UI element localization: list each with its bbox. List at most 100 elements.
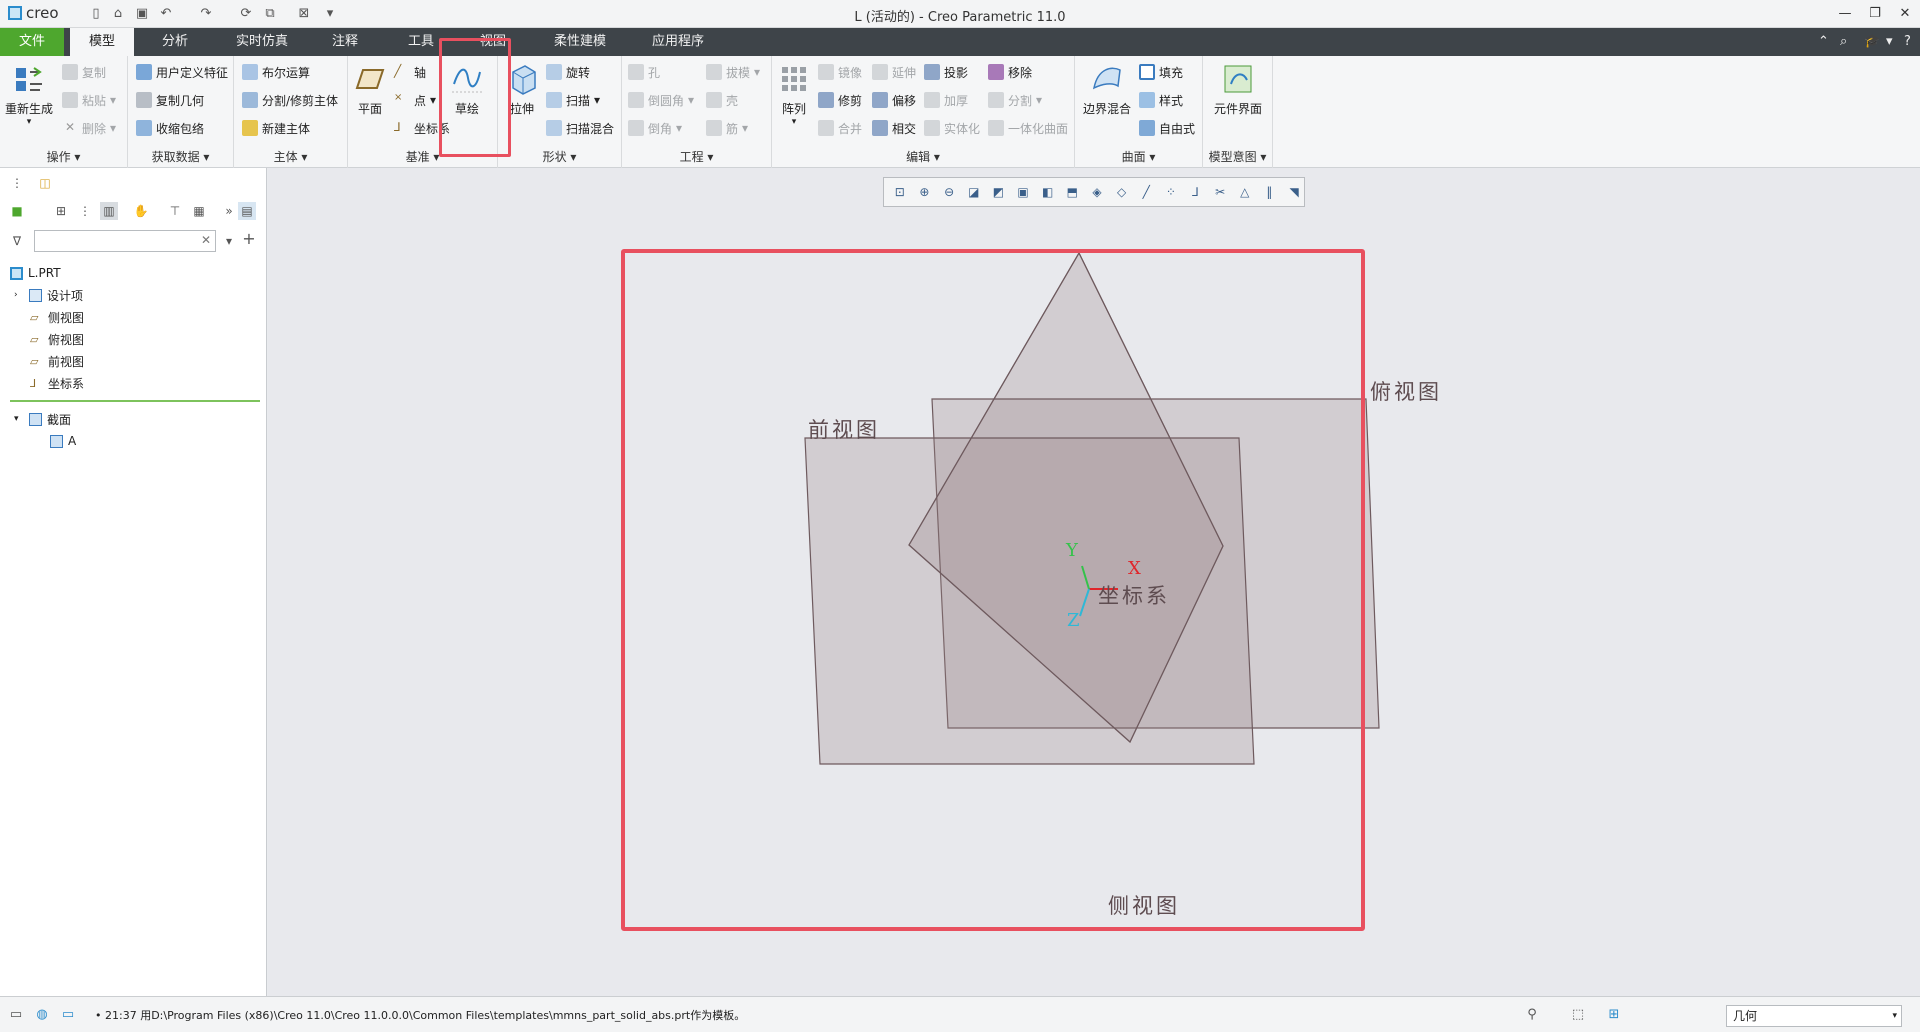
- label-right[interactable]: 侧视图: [1108, 890, 1180, 920]
- label-csys[interactable]: 坐标系: [1098, 580, 1170, 610]
- body-icon[interactable]: ■: [8, 202, 26, 220]
- selection-box-icon[interactable]: ⬚: [1570, 1007, 1586, 1023]
- component-interface-button[interactable]: 元件界面: [1207, 62, 1269, 117]
- point-button[interactable]: × 点 ▾: [394, 90, 436, 110]
- paste-button[interactable]: 粘贴 ▾: [62, 90, 116, 110]
- copy-geometry-button[interactable]: 复制几何: [136, 90, 204, 110]
- split-trim-body-button[interactable]: 分割/修剪主体: [242, 90, 338, 110]
- group-label-get-data[interactable]: 获取数据 ▾: [128, 148, 233, 165]
- options-arrow-icon[interactable]: ▾: [1886, 34, 1893, 49]
- plane-button[interactable]: 平面: [352, 62, 388, 117]
- tree-item-front-plane[interactable]: ▱ 前视图: [30, 351, 84, 371]
- pattern-button[interactable]: 阵列 ▾: [776, 62, 812, 127]
- freestyle-button[interactable]: 自由式: [1139, 118, 1195, 138]
- tab-flexible-modeling[interactable]: 柔性建模: [540, 28, 620, 56]
- group-label-engineering[interactable]: 工程 ▾: [622, 148, 771, 165]
- tab-model[interactable]: 模型: [70, 28, 134, 56]
- insert-indicator[interactable]: [10, 400, 260, 402]
- find-icon[interactable]: ⚲: [1524, 1007, 1540, 1023]
- tree-item-design-items[interactable]: › 设计项: [14, 285, 83, 305]
- full-screen-icon[interactable]: ▭: [60, 1007, 76, 1023]
- tree-item-section-a[interactable]: A: [50, 431, 76, 451]
- windows-icon[interactable]: ⧉: [262, 6, 278, 22]
- mirror-button[interactable]: 镜像: [818, 62, 862, 82]
- help-icon[interactable]: ?: [1904, 34, 1911, 49]
- group-label-operations[interactable]: 操作 ▾: [0, 148, 127, 165]
- extend-button[interactable]: 延伸: [872, 62, 916, 82]
- tab-tools[interactable]: 工具: [386, 28, 456, 56]
- fill-button[interactable]: 填充: [1139, 62, 1183, 82]
- more-icon[interactable]: »: [220, 202, 238, 220]
- group-label-body[interactable]: 主体 ▾: [234, 148, 347, 165]
- tree-display-icon[interactable]: ▥: [100, 202, 118, 220]
- toggle-navigator-icon[interactable]: ▭: [8, 1007, 24, 1023]
- close-button[interactable]: ✕: [1890, 4, 1920, 24]
- regenerate-button[interactable]: 重新生成 ▾: [4, 62, 54, 127]
- revolve-button[interactable]: 旋转: [546, 62, 590, 82]
- model-tree-tab-icon[interactable]: ⋮: [8, 174, 26, 192]
- show-icon[interactable]: ⊤: [166, 202, 184, 220]
- tab-applications[interactable]: 应用程序: [636, 28, 720, 56]
- expand-arrow-icon[interactable]: ›: [14, 290, 24, 300]
- solidify-button[interactable]: 实体化: [924, 118, 980, 138]
- highlight-icon[interactable]: ✋: [132, 202, 150, 220]
- boundary-blend-button[interactable]: 边界混合: [1079, 62, 1135, 117]
- intersect-button[interactable]: 相交: [872, 118, 916, 138]
- layer-tree-tab-icon[interactable]: ◫: [36, 174, 54, 192]
- redo-icon[interactable]: ↷: [198, 6, 214, 22]
- regenerate-small-icon[interactable]: ⟳: [238, 6, 254, 22]
- round-button[interactable]: 倒圆角 ▾: [628, 90, 694, 110]
- axis-button[interactable]: ╱ 轴: [394, 62, 426, 82]
- tree-filter-icon[interactable]: ⊞: [52, 202, 70, 220]
- thicken-button[interactable]: 加厚: [924, 90, 968, 110]
- new-file-icon[interactable]: ▯: [88, 6, 104, 22]
- trim-button[interactable]: 修剪: [818, 90, 862, 110]
- split-button[interactable]: 分割 ▾: [988, 90, 1042, 110]
- save-icon[interactable]: ▣: [134, 6, 150, 22]
- learning-icon[interactable]: 🎓: [1864, 34, 1880, 49]
- collapse-ribbon-icon[interactable]: ⌃: [1818, 34, 1829, 49]
- tab-file[interactable]: 文件: [0, 28, 64, 56]
- tab-annotate[interactable]: 注释: [310, 28, 380, 56]
- selection-filter-select[interactable]: 几何 ▾: [1726, 1005, 1902, 1027]
- chamfer-button[interactable]: 倒角 ▾: [628, 118, 682, 138]
- tab-view[interactable]: 视图: [460, 28, 526, 56]
- offset-button[interactable]: 偏移: [872, 90, 916, 110]
- smart-select-icon[interactable]: ⊞: [1606, 1007, 1622, 1023]
- tree-item-top-plane[interactable]: ▱ 俯视图: [30, 329, 84, 349]
- merge-button[interactable]: 合并: [818, 118, 862, 138]
- settings-tree-icon[interactable]: ▦: [190, 202, 208, 220]
- delete-button[interactable]: ✕ 删除 ▾: [62, 118, 116, 138]
- tree-columns-icon[interactable]: ⋮: [76, 202, 94, 220]
- graphics-window[interactable]: ⊡ ⊕ ⊖ ◪ ◩ ▣ ◧ ⬒ ◈ ◇ ╱ ⁘ ⅃ ✂ △ ‖ ◥ 前视图 俯视…: [268, 168, 1920, 996]
- tree-search-input[interactable]: [35, 231, 195, 251]
- swept-blend-button[interactable]: 扫描混合: [546, 118, 614, 138]
- restore-button[interactable]: ❐: [1860, 4, 1890, 24]
- new-body-button[interactable]: 新建主体: [242, 118, 310, 138]
- udf-button[interactable]: 用户定义特征: [136, 62, 228, 82]
- group-label-datum[interactable]: 基准 ▾: [348, 148, 497, 165]
- tree-item-right-plane[interactable]: ▱ 侧视图: [30, 307, 84, 327]
- customize-qa-icon[interactable]: ▾: [322, 6, 338, 22]
- style-button[interactable]: 样式: [1139, 90, 1183, 110]
- filter-funnel-icon[interactable]: ∇: [8, 232, 26, 250]
- undo-icon[interactable]: ↶: [158, 6, 174, 22]
- tree-item-csys[interactable]: ⅃ 坐标系: [30, 373, 84, 393]
- collapse-arrow-icon[interactable]: ▾: [14, 414, 24, 424]
- sketch-button[interactable]: 草绘: [444, 62, 490, 117]
- tab-live-simulation[interactable]: 实时仿真: [220, 28, 304, 56]
- open-file-icon[interactable]: ⌂: [110, 6, 126, 22]
- csys-button[interactable]: ⅃ 坐标系: [394, 118, 450, 138]
- tree-item-sections[interactable]: ▾ 截面: [14, 409, 71, 429]
- tab-analysis[interactable]: 分析: [140, 28, 210, 56]
- remove-button[interactable]: 移除: [988, 62, 1032, 82]
- add-filter-icon[interactable]: +: [240, 230, 258, 248]
- rib-button[interactable]: 筋 ▾: [706, 118, 748, 138]
- search-options-icon[interactable]: ▾: [220, 232, 238, 250]
- browser-icon[interactable]: ◍: [34, 1007, 50, 1023]
- unify-surface-button[interactable]: 一体化曲面: [988, 118, 1068, 138]
- group-label-editing[interactable]: 编辑 ▾: [772, 148, 1074, 165]
- tree-item-part[interactable]: L.PRT: [10, 263, 61, 283]
- clear-search-icon[interactable]: ✕: [201, 233, 211, 247]
- shell-button[interactable]: 壳: [706, 90, 738, 110]
